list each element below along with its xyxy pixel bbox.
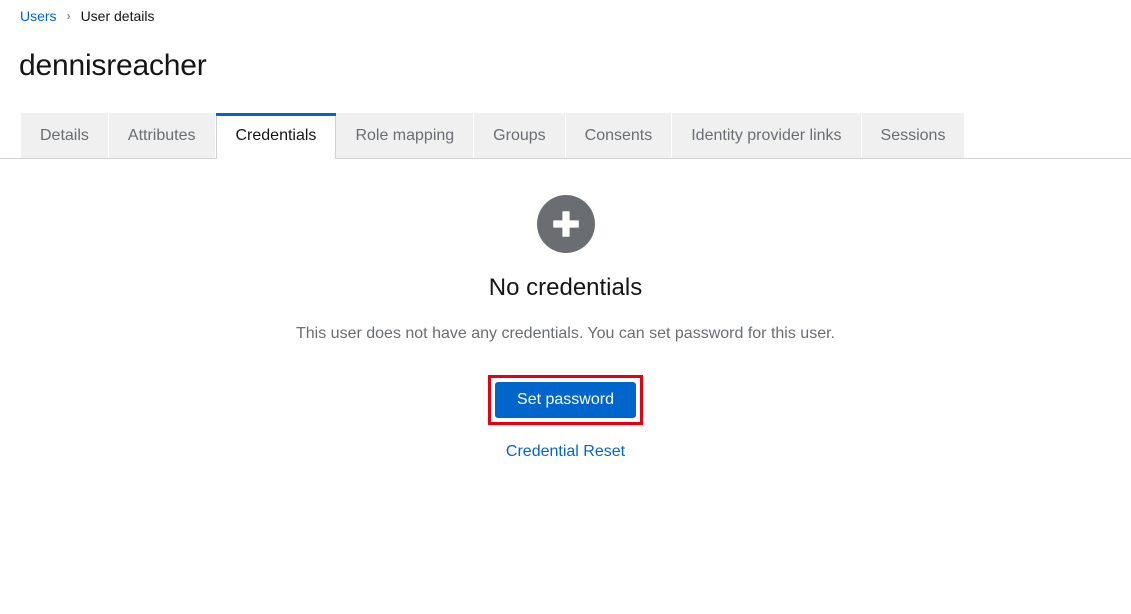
tab-details[interactable]: Details	[20, 113, 109, 158]
tab-sessions[interactable]: Sessions	[861, 113, 966, 158]
tab-credentials[interactable]: Credentials	[215, 113, 337, 159]
tab-bar: Details Attributes Credentials Role mapp…	[0, 113, 1131, 159]
breadcrumb: Users › User details	[20, 6, 154, 26]
empty-state-title: No credentials	[488, 274, 643, 301]
set-password-button[interactable]: Set password	[495, 382, 636, 418]
breadcrumb-current: User details	[80, 8, 155, 24]
breadcrumb-users-link[interactable]: Users	[20, 6, 57, 26]
tab-list: Details Attributes Credentials Role mapp…	[20, 113, 966, 159]
tab-groups[interactable]: Groups	[474, 113, 566, 158]
plus-circle-icon	[536, 195, 595, 253]
tab-identity-provider-links[interactable]: Identity provider links	[672, 113, 862, 158]
credentials-empty-state: No credentials This user does not have a…	[0, 159, 1131, 466]
tab-consents[interactable]: Consents	[565, 113, 673, 158]
tab-role-mapping[interactable]: Role mapping	[336, 113, 475, 158]
credential-reset-link[interactable]: Credential Reset	[500, 438, 631, 466]
empty-state-description: This user does not have any credentials.…	[296, 325, 835, 342]
tab-attributes[interactable]: Attributes	[108, 113, 216, 158]
user-details-page: Users › User details dennisreacher Detai…	[0, 0, 1131, 614]
page-title: dennisreacher	[19, 49, 207, 82]
set-password-highlight-box: Set password	[488, 375, 643, 425]
chevron-right-icon: ›	[66, 9, 71, 23]
